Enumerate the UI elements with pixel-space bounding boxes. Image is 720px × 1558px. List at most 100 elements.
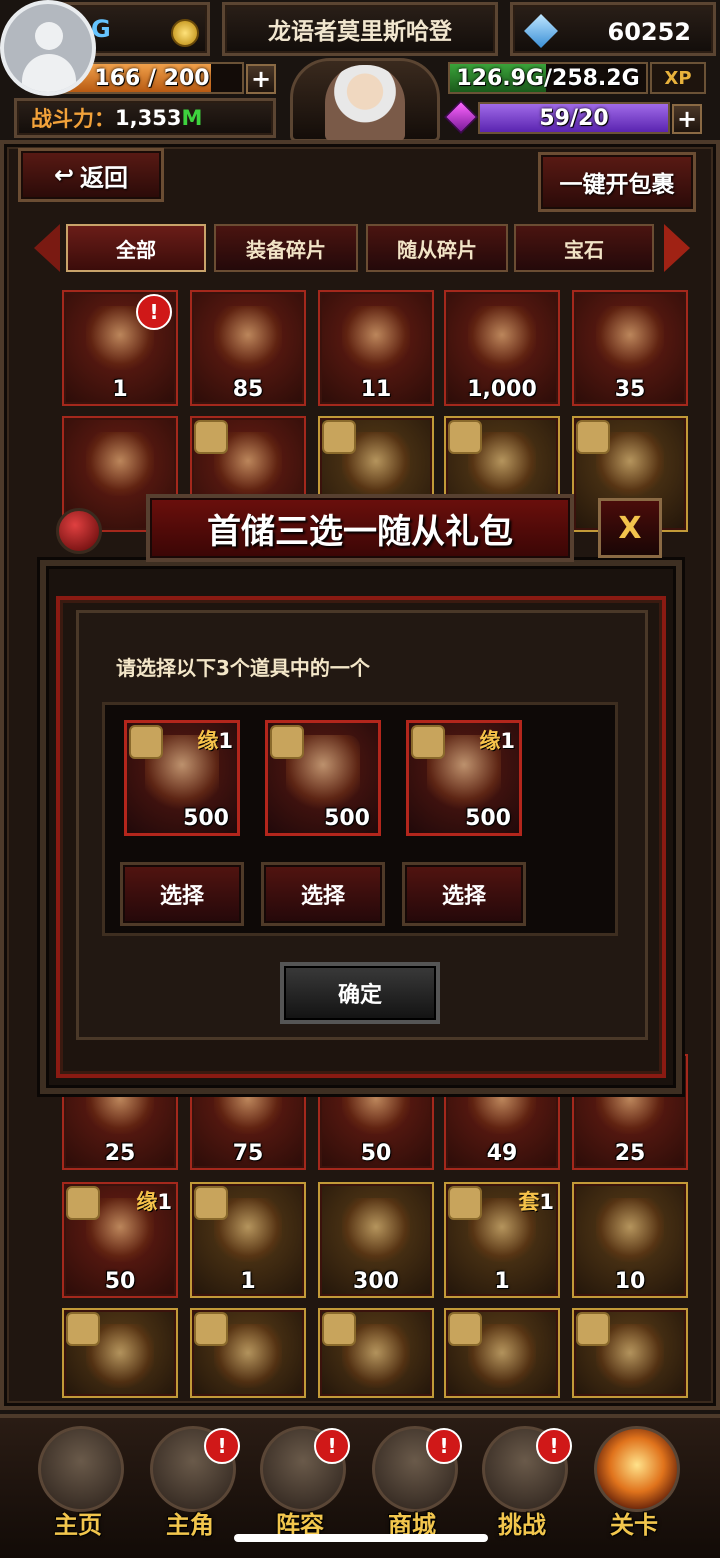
choice-count: 500 (183, 806, 229, 831)
item-tag-number: 1 (157, 1190, 172, 1214)
nav-label: 主页 (54, 1511, 102, 1539)
gold-coin-icon (171, 19, 199, 47)
inventory-slot[interactable]: 1,000 (444, 290, 560, 406)
nav-item[interactable]: 阵容! (244, 1422, 356, 1548)
fragment-puzzle-icon (270, 725, 304, 759)
player-portrait-frame[interactable] (290, 58, 440, 142)
inventory-slot[interactable] (444, 1308, 560, 1398)
player-name: 龙语者莫里斯哈登 (268, 19, 452, 45)
confirm-button[interactable]: 确定 (280, 962, 440, 1024)
tab-all[interactable]: 全部 (66, 224, 206, 272)
item-tag: 缘1 (136, 1186, 172, 1216)
alert-badge: ! (314, 1428, 350, 1464)
nav-label: 主角 (166, 1511, 214, 1539)
gem-bar: 59/20 (478, 102, 670, 134)
choice-count: 500 (324, 806, 370, 831)
alert-badge: ! (136, 294, 172, 330)
staff-icon (342, 1198, 410, 1262)
inventory-slot[interactable] (62, 1308, 178, 1398)
user-avatar[interactable] (0, 0, 96, 96)
item-count: 10 (614, 1269, 646, 1294)
item-count: 50 (104, 1269, 136, 1294)
item-count: 11 (360, 377, 392, 402)
inventory-slot[interactable]: 35 (572, 290, 688, 406)
inventory-slot[interactable] (190, 1308, 306, 1398)
item-count: 50 (360, 1141, 392, 1166)
avatar-head-icon (35, 22, 63, 50)
select-choice-button[interactable]: 选择 (402, 862, 526, 926)
inventory-slot[interactable]: 10 (572, 1182, 688, 1298)
gold-ticket-icon (342, 306, 410, 370)
fragment-puzzle-icon (411, 725, 445, 759)
fragment-puzzle-icon (576, 1312, 610, 1346)
modal-title: 首储三选一随从礼包 (146, 494, 574, 562)
alert-badge: ! (204, 1428, 240, 1464)
select-choice-button[interactable]: 选择 (120, 862, 244, 926)
item-tag-number: 1 (539, 1190, 554, 1214)
nav-label: 关卡 (610, 1511, 658, 1539)
inventory-slot[interactable]: 85 (190, 290, 306, 406)
fragment-puzzle-icon (322, 1312, 356, 1346)
back-button[interactable]: ↩ 返回 (18, 148, 164, 202)
add-stamina-button[interactable]: + (246, 64, 276, 94)
item-tag-label: 缘 (136, 1190, 158, 1214)
item-count: 35 (614, 377, 646, 402)
modal-close-button[interactable]: X (598, 498, 662, 558)
player-name-box: 龙语者莫里斯哈登 (222, 2, 498, 56)
gem-text: 59/20 (539, 105, 609, 131)
nav-item[interactable]: 商城! (356, 1422, 468, 1548)
choice-tag-number: 1 (500, 729, 515, 753)
inventory-slot[interactable]: 11 (318, 290, 434, 406)
nav-item[interactable]: 挑战! (466, 1422, 578, 1548)
choice-card[interactable]: 500 (265, 720, 381, 836)
choice-card[interactable]: 500 缘1 (406, 720, 522, 836)
inventory-slot[interactable]: 300 (318, 1182, 434, 1298)
castle-icon (38, 1426, 124, 1512)
diamond-count: 60252 (607, 18, 692, 46)
select-choice-button[interactable]: 选择 (261, 862, 385, 926)
fragment-puzzle-icon (66, 1186, 100, 1220)
tab-scroll-right-icon[interactable] (664, 224, 690, 272)
flame-level-icon (594, 1426, 680, 1512)
tab-scroll-left-icon[interactable] (34, 224, 60, 272)
inventory-slot[interactable]: 1 套1 (444, 1182, 560, 1298)
fragment-puzzle-icon (448, 1186, 482, 1220)
choice-card[interactable]: 500 缘1 (124, 720, 240, 836)
xp-bar: 126.9G/258.2G (448, 62, 648, 94)
tab-gems[interactable]: 宝石 (514, 224, 654, 272)
item-count: 75 (232, 1141, 264, 1166)
inventory-slot[interactable]: 1 (190, 1182, 306, 1298)
gold-orb-icon (596, 1198, 664, 1262)
item-count: 85 (232, 377, 264, 402)
xp-text: 126.9G/258.2G (456, 65, 640, 91)
tab-follower-fragments[interactable]: 随从碎片 (366, 224, 508, 272)
power-value: 1,353 (115, 106, 182, 130)
tab-equipment-fragments[interactable]: 装备碎片 (214, 224, 358, 272)
nav-item[interactable]: 主页 (22, 1422, 134, 1548)
back-label: 返回 (80, 163, 129, 192)
item-count: 1 (494, 1269, 510, 1294)
item-count: 1,000 (467, 377, 537, 402)
diamond-icon (524, 14, 558, 48)
nav-item[interactable]: 主角! (134, 1422, 246, 1548)
gem-bar-icon (444, 100, 478, 134)
fragment-puzzle-icon (448, 1312, 482, 1346)
modal-prompt: 请选择以下3个道具中的一个 (116, 656, 370, 680)
back-arrow-icon: ↩ (53, 161, 75, 189)
nav-item[interactable]: 关卡 (578, 1422, 690, 1548)
open-all-packages-button[interactable]: 一键开包裹 (538, 152, 696, 212)
inventory-slot[interactable] (318, 1308, 434, 1398)
rune-stone-icon (596, 306, 664, 370)
inventory-slot[interactable] (572, 1308, 688, 1398)
alert-badge: ! (426, 1428, 462, 1464)
inventory-slot[interactable]: 50 缘1 (62, 1182, 178, 1298)
item-count: 1 (240, 1269, 256, 1294)
home-indicator (234, 1534, 488, 1542)
item-tag-label: 套 (518, 1190, 540, 1214)
power-label: 战斗力： (31, 107, 115, 131)
inventory-slot[interactable]: 1! (62, 290, 178, 406)
diamond-box: 60252 (510, 2, 716, 56)
avatar-body-icon (22, 54, 76, 92)
fragment-puzzle-icon (322, 420, 356, 454)
add-gem-button[interactable]: + (672, 104, 702, 134)
